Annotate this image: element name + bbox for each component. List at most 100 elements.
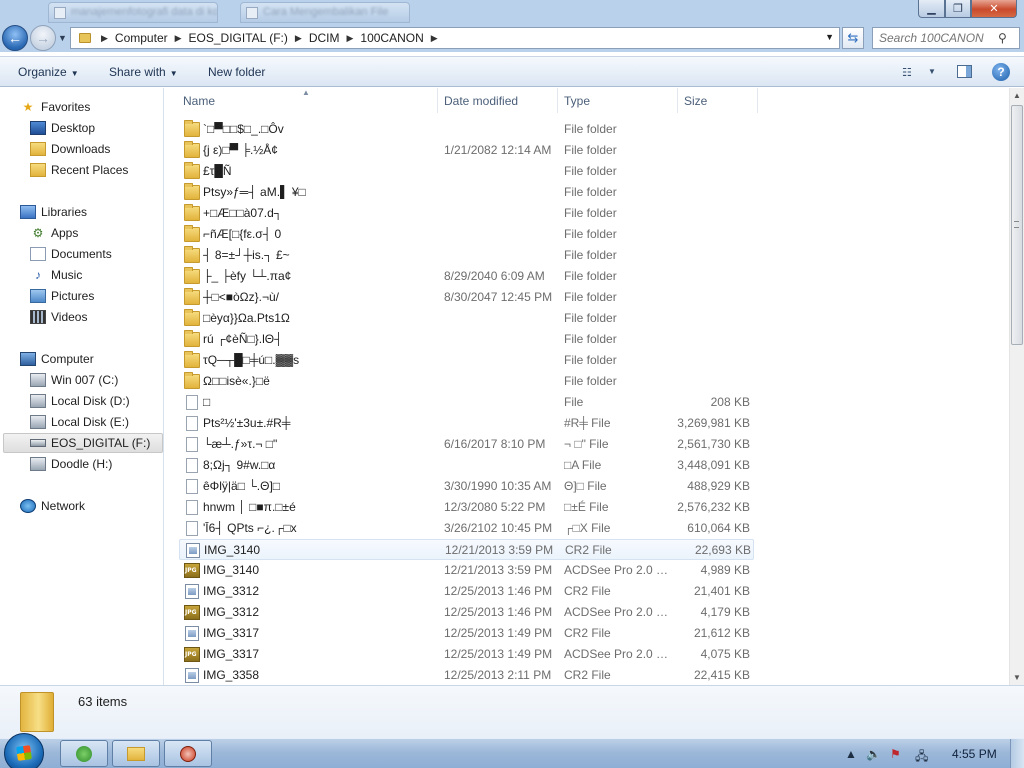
nav-computer[interactable]: Computer	[20, 349, 94, 369]
share-with-button[interactable]: Share with ▼	[109, 65, 178, 79]
taskbar-app[interactable]	[164, 740, 212, 767]
file-row[interactable]: £τ█Ñ File folder	[179, 161, 754, 182]
nav-pictures[interactable]: Pictures	[30, 286, 94, 306]
show-hidden-icons-icon[interactable]: ▲	[845, 747, 857, 761]
file-row[interactable]: τQ─┬█□╪ú□.▓▓s File folder	[179, 350, 754, 371]
column-divider[interactable]	[757, 88, 758, 113]
column-type[interactable]: Type	[564, 94, 590, 108]
nav-recent-places[interactable]: Recent Places	[30, 160, 128, 180]
file-row[interactable]: □ File 208 KB	[179, 392, 754, 413]
nav-downloads[interactable]: Downloads	[30, 139, 110, 159]
nav-documents[interactable]: Documents	[30, 244, 112, 264]
file-row[interactable]: Pts²½'±3u±.#R╪ #R╪ File 3,269,981 KB	[179, 413, 754, 434]
chevron-right-icon[interactable]: ▶	[342, 33, 357, 44]
file-row[interactable]: IMG_3312 12/25/2013 1:46 PM ACDSee Pro 2.0…	[179, 602, 754, 623]
column-date-modified[interactable]: Date modified	[444, 94, 518, 108]
file-row[interactable]: hnwm │ □■π.□±é 12/3/2080 5:22 PM □±É File 2…	[179, 497, 754, 518]
file-row[interactable]: 8;Ωj┐ 9#w.□α □A File 3,448,091 KB	[179, 455, 754, 476]
file-row[interactable]: IMG_3140 12/21/2013 3:59 PM CR2 File 22,693…	[179, 539, 754, 560]
file-row[interactable]: IMG_3317 12/25/2013 1:49 PM CR2 File 21,612…	[179, 623, 754, 644]
change-view-icon[interactable]: ☷	[902, 66, 912, 79]
nav-network[interactable]: Network	[20, 496, 85, 516]
view-options-dropdown[interactable]: ▼	[928, 67, 936, 76]
scroll-down-arrow-icon[interactable]: ▼	[1013, 673, 1021, 682]
breadcrumb-computer[interactable]: Computer	[112, 31, 171, 45]
nav-apps[interactable]: ⚙ Apps	[30, 223, 79, 243]
address-bar[interactable]: ▶ Computer ▶ EOS_DIGITAL (F:) ▶ DCIM ▶ 1…	[70, 27, 840, 49]
file-row[interactable]: IMG_3312 12/25/2013 1:46 PM CR2 File 21,401…	[179, 581, 754, 602]
file-row[interactable]: ├_ ├èfy └┴.πa¢ 8/29/2040 6:09 AM File fold…	[179, 266, 754, 287]
column-divider[interactable]	[677, 88, 678, 113]
nav-desktop[interactable]: Desktop	[30, 118, 95, 138]
nav-drive-f[interactable]: EOS_DIGITAL (F:)	[3, 433, 163, 453]
show-desktop-button[interactable]	[1010, 739, 1024, 768]
breadcrumb-dcim[interactable]: DCIM	[306, 31, 343, 45]
file-row[interactable]: ⌐ñÆ[□{fε.σ┤ 0 File folder	[179, 224, 754, 245]
action-center-icon[interactable]: ⚑	[890, 747, 901, 761]
file-row[interactable]: 'Ī6┤ QPts ⌐¿.┌□x 3/26/2102 10:45 PM ┌□X Fi…	[179, 518, 754, 539]
nav-drive-e[interactable]: Local Disk (E:)	[30, 412, 129, 432]
organize-button[interactable]: Organize ▼	[18, 65, 79, 79]
file-type: File folder	[564, 206, 617, 220]
file-size: 22,415 KB	[693, 668, 750, 682]
background-window-tab-2[interactable]: Cara Mengembalikan File	[240, 2, 410, 23]
nav-libraries[interactable]: Libraries	[20, 202, 87, 222]
taskbar-explorer[interactable]	[112, 740, 160, 767]
start-button[interactable]	[4, 733, 44, 768]
file-row[interactable]: `□▀□□$□_.□Ôv File folder	[179, 119, 754, 140]
nav-music[interactable]: ♪ Music	[30, 265, 82, 285]
nav-favorites[interactable]: ★ Favorites	[20, 97, 91, 117]
minimize-button[interactable]: ▁	[918, 0, 945, 18]
nav-videos[interactable]: Videos	[30, 307, 87, 327]
column-size[interactable]: Size	[684, 94, 707, 108]
file-row[interactable]: □èyα}}Ωa.Pts1Ω File folder	[179, 308, 754, 329]
preview-pane-icon[interactable]	[957, 65, 972, 78]
column-divider[interactable]	[557, 88, 558, 113]
nav-drive-d[interactable]: Local Disk (D:)	[30, 391, 130, 411]
file-row[interactable]: ┼□<■òΩz}.¬ù/8/30/2047 12:45 PM File folde…	[179, 287, 754, 308]
address-history-dropdown[interactable]: ▼	[825, 32, 834, 42]
search-input[interactable]	[873, 31, 998, 45]
file-row[interactable]: └æ┴.ƒ»τ.¬ □" 6/16/2017 8:10 PM ¬ □" File 2,…	[179, 434, 754, 455]
file-row[interactable]: rú ┌¢èÑ□}.lΘ┤ File folder	[179, 329, 754, 350]
nav-label: Pictures	[51, 289, 95, 303]
search-box[interactable]: ⚲	[872, 27, 1020, 49]
help-icon[interactable]: ?	[992, 63, 1010, 81]
scroll-up-arrow-icon[interactable]: ▲	[1013, 91, 1021, 100]
chevron-right-icon[interactable]: ▶	[291, 33, 306, 44]
refresh-button[interactable]: ⇆	[842, 27, 864, 49]
chevron-right-icon[interactable]: ▶	[97, 33, 112, 44]
clock[interactable]: 4:55 PM	[952, 747, 997, 761]
search-icon[interactable]: ⚲	[998, 31, 1007, 45]
chevron-right-icon[interactable]: ▶	[427, 33, 442, 44]
file-row[interactable]: êΦlÿ|ä□ └.Θ]□ 3/30/1990 10:35 AM Θ]□ File 4…	[179, 476, 754, 497]
chevron-right-icon[interactable]: ▶	[171, 33, 186, 44]
forward-button[interactable]: →	[30, 25, 56, 51]
taskbar-utorrent[interactable]	[60, 740, 108, 767]
maximize-button[interactable]: ❐	[945, 0, 971, 18]
videos-icon	[30, 310, 46, 324]
volume-icon[interactable]: 🔈	[866, 747, 881, 761]
recent-pages-dropdown[interactable]: ▼	[58, 33, 67, 43]
file-row[interactable]: ┤ 8=±┘┼is.┐ £~ File folder	[179, 245, 754, 266]
column-divider[interactable]	[437, 88, 438, 113]
breadcrumb-100canon[interactable]: 100CANON	[357, 31, 426, 45]
vertical-scrollbar[interactable]: ▲ ▼	[1009, 88, 1024, 685]
column-name[interactable]: Name	[183, 94, 215, 108]
folder-icon	[127, 746, 145, 761]
nav-drive-h[interactable]: Doodle (H:)	[30, 454, 112, 474]
file-row[interactable]: +□Æ□□à07.d┐ File folder	[179, 203, 754, 224]
file-row[interactable]: {j ε)□▀ ╞.½Å¢ 1/21/2082 12:14 AM File fold…	[179, 140, 754, 161]
file-row[interactable]: IMG_3317 12/25/2013 1:49 PM ACDSee Pro 2.0…	[179, 644, 754, 665]
background-window-tab-1[interactable]: manajemenfotografi data di kom	[48, 2, 218, 23]
file-row[interactable]: IMG_3140 12/21/2013 3:59 PM ACDSee Pro 2.0…	[179, 560, 754, 581]
breadcrumb-eos-digital[interactable]: EOS_DIGITAL (F:)	[186, 31, 291, 45]
nav-drive-c[interactable]: Win 007 (C:)	[30, 370, 118, 390]
new-folder-button[interactable]: New folder	[208, 65, 265, 79]
file-row[interactable]: IMG_3358 12/25/2013 2:11 PM CR2 File 22,415…	[179, 665, 754, 685]
network-tray-icon[interactable]: 🖧	[915, 747, 928, 768]
back-button[interactable]: ←	[2, 25, 28, 51]
file-row[interactable]: Ptsy»ƒ═┤ aM.▌ ¥□ File folder	[179, 182, 754, 203]
close-button[interactable]: ✕	[971, 0, 1017, 18]
file-row[interactable]: Ω□□isè«.}□ë File folder	[179, 371, 754, 392]
